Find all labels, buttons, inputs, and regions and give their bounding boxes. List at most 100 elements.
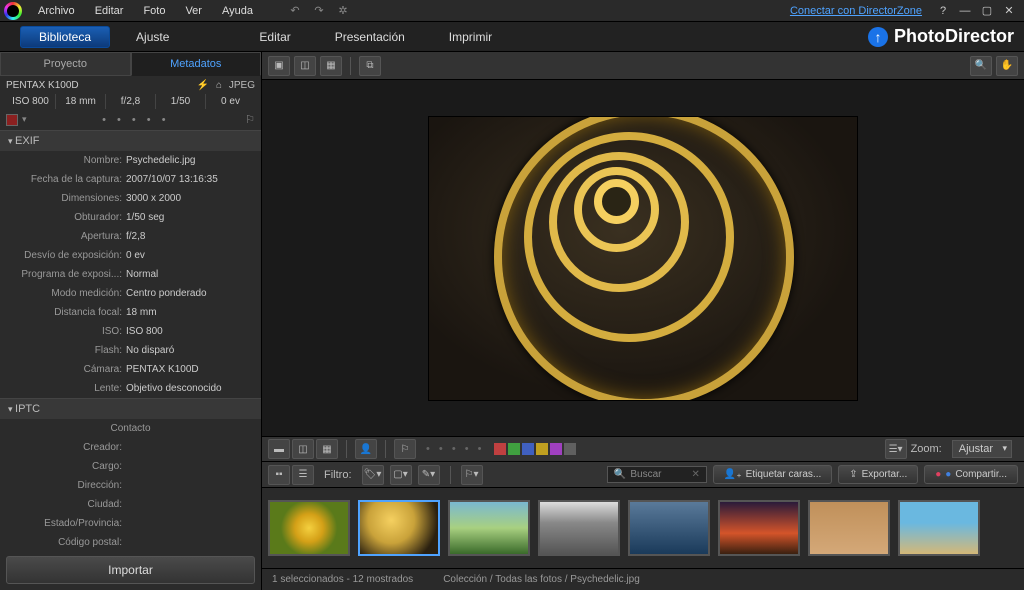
thumb-small-icon[interactable]: ▪▪ (268, 465, 290, 485)
exif-key: Lente: (8, 381, 126, 396)
flash-icon: ⚡ (197, 80, 209, 91)
settings-icon[interactable]: ✲ (335, 3, 351, 19)
mode-imprimir[interactable]: Imprimir (431, 26, 510, 48)
thumb-large-icon[interactable]: ☰ (292, 465, 314, 485)
filter-flag-icon[interactable]: ⚐▾ (461, 465, 483, 485)
color-label-chip[interactable] (6, 114, 18, 126)
rating-dots[interactable]: • • • • • (31, 114, 242, 126)
redo-icon[interactable]: ↷ (311, 3, 327, 19)
mode-editar[interactable]: Editar (241, 26, 308, 48)
sort-icon[interactable]: ☰▾ (885, 439, 907, 459)
exif-value: Psychedelic.jpg (126, 153, 253, 168)
exif-value: PENTAX K100D (126, 362, 253, 377)
thumbnail[interactable] (358, 500, 440, 556)
mode-ajuste[interactable]: Ajuste (118, 26, 187, 48)
photo-canvas[interactable] (262, 80, 1024, 436)
search-clear-icon[interactable]: ✕ (692, 469, 700, 480)
exif-key: Programa de exposi...: (8, 267, 126, 282)
color-label-chip[interactable] (494, 443, 506, 455)
thumbnail[interactable] (628, 500, 710, 556)
directorzone-link[interactable]: Conectar con DirectorZone (790, 5, 922, 17)
menu-foto[interactable]: Foto (133, 2, 175, 20)
exif-row: Desvío de exposición:0 ev (0, 246, 261, 265)
export-button[interactable]: ⇪Exportar... (838, 465, 918, 484)
minimize-icon[interactable]: — (957, 3, 973, 19)
upload-arrow-icon: ↑ (868, 27, 888, 47)
pan-tool-icon[interactable]: ✋ (996, 56, 1018, 76)
thumbnail[interactable] (268, 500, 350, 556)
exif-row: Fecha de la captura:2007/10/07 13:16:35 (0, 170, 261, 189)
exif-row: Distancia focal:18 mm (0, 303, 261, 322)
maximize-icon[interactable]: ▢ (979, 3, 995, 19)
thumbnail[interactable] (898, 500, 980, 556)
mode-biblioteca[interactable]: Biblioteca (20, 26, 110, 48)
undo-icon[interactable]: ↶ (287, 3, 303, 19)
help-icon[interactable]: ? (935, 3, 951, 19)
wb-icon: ⌂ (216, 80, 222, 91)
menu-archivo[interactable]: Archivo (28, 2, 85, 20)
tab-metadatos[interactable]: Metadatos (131, 52, 262, 76)
thumbnail[interactable] (538, 500, 620, 556)
tag-faces-button[interactable]: 👤₊Etiquetar caras... (713, 465, 832, 484)
zoom-tool-icon[interactable]: 🔍 (970, 56, 992, 76)
filter-tag-icon[interactable]: 🏷▾ (362, 465, 384, 485)
thumbnail[interactable] (718, 500, 800, 556)
thumbnail[interactable] (448, 500, 530, 556)
mode-tabs: Biblioteca Ajuste Editar Presentación Im… (0, 22, 1024, 52)
thumbnail-strip (262, 488, 1024, 568)
exif-section-header[interactable]: EXIF (0, 131, 261, 151)
exif-value: Centro ponderado (126, 286, 253, 301)
color-label-chip[interactable] (564, 443, 576, 455)
quick-info: PENTAX K100D ⚡ ⌂ JPEG ISO 800 18 mm f/2,… (0, 76, 261, 131)
camera-model: PENTAX K100D (6, 80, 79, 91)
lower-toolbar: ▬ ◫ ▦ 👤 ⚐ • • • • • ☰▾ Zoom: Ajustar (262, 436, 1024, 462)
viewer-toolbar: ▣ ◫ ▦ ⧉ 🔍 ✋ (262, 52, 1024, 80)
flag-icon[interactable]: ⚐ (245, 113, 255, 126)
thumbnail[interactable] (808, 500, 890, 556)
exif-value: 1/50 seg (126, 210, 253, 225)
flag-tool-icon[interactable]: ⚐ (394, 439, 416, 459)
color-label-chip[interactable] (522, 443, 534, 455)
menu-ayuda[interactable]: Ayuda (212, 2, 263, 20)
filter-rect-icon[interactable]: ▢▾ (390, 465, 412, 485)
mode-presentacion[interactable]: Presentación (317, 26, 423, 48)
view-compare-icon[interactable]: ◫ (294, 56, 316, 76)
filter-brush-icon[interactable]: ✎▾ (418, 465, 440, 485)
iptc-row: Código postal: (0, 533, 261, 550)
app-logo-icon (4, 2, 22, 20)
share-button[interactable]: ●●Compartir... (924, 465, 1018, 484)
brand-logo: ↑ PhotoDirector (868, 26, 1014, 47)
exif-key: Apertura: (8, 229, 126, 244)
exif-value: Normal (126, 267, 253, 282)
exif-value: 0 ev (126, 248, 253, 263)
preview-image (428, 116, 858, 401)
exif-value: 3000 x 2000 (126, 191, 253, 206)
color-label-chip[interactable] (550, 443, 562, 455)
zoom-select[interactable]: Ajustar (952, 440, 1012, 458)
exif-row: Obturador:1/50 seg (0, 208, 261, 227)
menu-ver[interactable]: Ver (175, 2, 212, 20)
layout-3-icon[interactable]: ▦ (316, 439, 338, 459)
tab-proyecto[interactable]: Proyecto (0, 52, 131, 76)
import-button[interactable]: Importar (6, 556, 255, 584)
iptc-section-header[interactable]: IPTC (0, 399, 261, 419)
color-label-chip[interactable] (508, 443, 520, 455)
exif-value: Objetivo desconocido (126, 381, 253, 396)
view-grid-icon[interactable]: ▦ (320, 56, 342, 76)
close-icon[interactable]: ✕ (1001, 3, 1017, 19)
face-tag-icon[interactable]: 👤 (355, 439, 377, 459)
exif-key: ISO: (8, 324, 126, 339)
iptc-subheader: Contacto (0, 419, 261, 438)
layout-2-icon[interactable]: ◫ (292, 439, 314, 459)
menu-editar[interactable]: Editar (85, 2, 134, 20)
exif-key: Dimensiones: (8, 191, 126, 206)
status-bar: 1 seleccionados - 12 mostrados Colección… (262, 568, 1024, 590)
rating-dots-lower[interactable]: • • • • • (426, 443, 484, 455)
color-label-chip[interactable] (536, 443, 548, 455)
layout-1-icon[interactable]: ▬ (268, 439, 290, 459)
view-multi-icon[interactable]: ⧉ (359, 56, 381, 76)
search-input[interactable]: 🔍 Buscar ✕ (607, 466, 707, 483)
exif-value: ISO 800 (126, 324, 253, 339)
exif-row: Dimensiones:3000 x 2000 (0, 189, 261, 208)
view-single-icon[interactable]: ▣ (268, 56, 290, 76)
